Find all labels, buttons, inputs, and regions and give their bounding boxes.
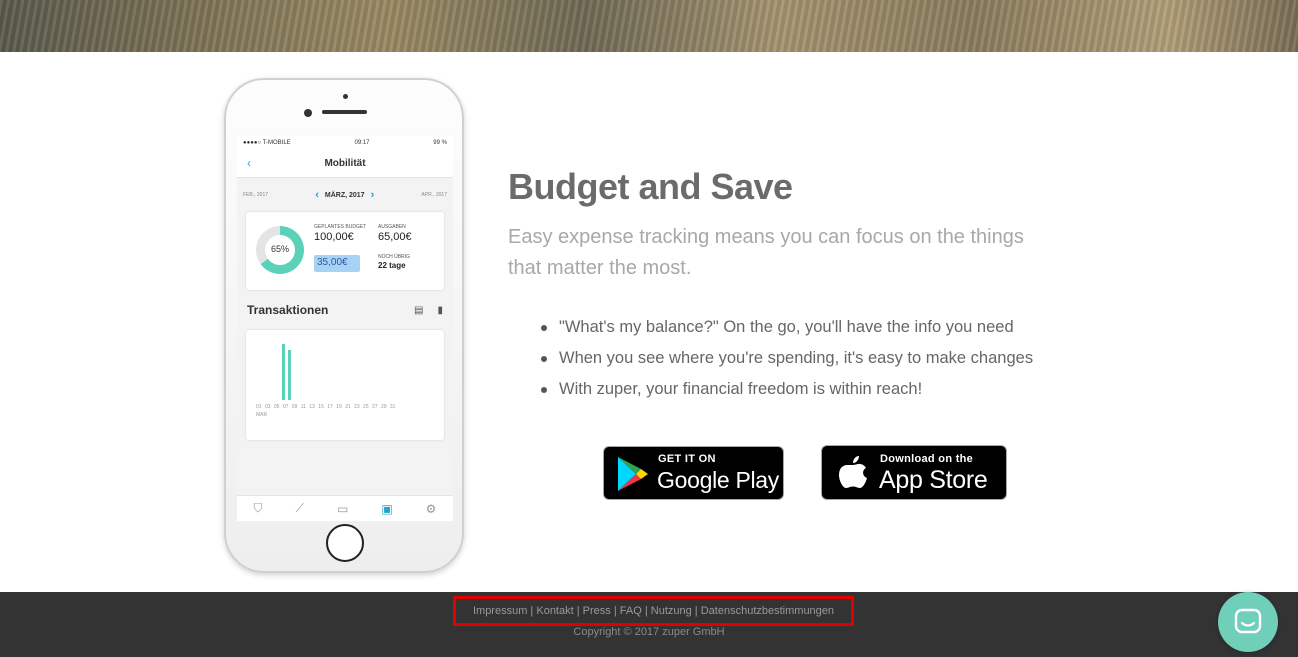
chart-day-ticks: 01 03 05 07 09 11 13 15 17 19 21 23 25 2…: [256, 404, 396, 410]
footer: Impressum | Kontakt | Press | FAQ | Nutz…: [0, 592, 1298, 657]
chevron-right-icon: ›: [370, 189, 375, 201]
status-time: 09:17: [354, 140, 370, 146]
app-screen-title: Mobilität: [324, 158, 366, 169]
planned-budget-label: GEPLANTES BUDGET: [314, 224, 367, 230]
section-headline: Budget and Save: [508, 166, 793, 207]
footer-link-datenschutz[interactable]: Datenschutzbestimmungen: [701, 605, 834, 617]
google-play-icon: [618, 457, 648, 491]
status-battery: 99 %: [433, 140, 447, 146]
google-play-button[interactable]: GET IT ON Google Play: [603, 446, 784, 500]
feature-item: "What's my balance?" On the go, you'll h…: [540, 312, 1033, 343]
transactions-title: Transaktionen: [247, 303, 329, 317]
chart-month-label: MAR: [256, 412, 268, 418]
footer-separator: |: [573, 605, 583, 617]
google-play-big-text: Google Play: [657, 467, 779, 493]
chart-bar: [282, 344, 285, 400]
footer-separator: |: [641, 605, 651, 617]
footer-link-press[interactable]: Press: [583, 605, 611, 617]
phone-screen: ●●●●○ T-MOBILE 09:17 99 % ‹ Mobilität FE…: [237, 136, 453, 521]
footer-separator: |: [527, 605, 537, 617]
chat-launcher-button[interactable]: [1218, 592, 1278, 652]
expenses-label: AUSGABEN: [378, 224, 406, 230]
days-left: 22 tage: [378, 261, 406, 270]
phone-sensor: [343, 94, 348, 99]
app-nav-bar: ‹ Mobilität: [237, 150, 453, 178]
phone-camera: [304, 109, 312, 117]
footer-link-impressum[interactable]: Impressum: [473, 605, 527, 617]
footer-separator: |: [610, 605, 620, 617]
footer-link-kontakt[interactable]: Kontakt: [536, 605, 573, 617]
back-icon: ‹: [247, 156, 251, 170]
app-store-button[interactable]: Download on the App Store: [821, 445, 1007, 500]
transactions-chart: 01 03 05 07 09 11 13 15 17 19 21 23 25 2…: [246, 330, 444, 440]
budget-ring-chart: 65%: [256, 226, 304, 274]
section-subline: Easy expense tracking means you can focu…: [508, 226, 1024, 279]
status-carrier: ●●●●○ T-MOBILE: [243, 140, 291, 146]
feature-item: With zuper, your financial freedom is wi…: [540, 374, 1033, 405]
expenses-value: 65,00€: [378, 231, 412, 243]
footer-link-faq[interactable]: FAQ: [620, 605, 642, 617]
feature-item: When you see where you're spending, it's…: [540, 343, 1033, 374]
laptop-icon: ▭: [336, 501, 349, 516]
month-current-group: ‹ MÄRZ, 2017 ›: [315, 189, 374, 201]
feature-list: "What's my balance?" On the go, you'll h…: [540, 312, 1033, 405]
month-selector: FEB., 2017 ‹ MÄRZ, 2017 › APR., 2017: [237, 178, 453, 212]
app-store-small-text: Download on the: [880, 453, 974, 465]
wallet-icon: ▣: [381, 501, 393, 516]
month-prev: FEB., 2017: [243, 192, 269, 198]
budget-card: 65% GEPLANTES BUDGET 100,00€ AUSGABEN 65…: [246, 212, 444, 290]
phone-home-button: [326, 524, 364, 562]
shield-icon: ⛉: [253, 501, 263, 515]
month-current: MÄRZ, 2017: [324, 191, 365, 199]
chart-bar: [288, 350, 291, 400]
status-bar: ●●●●○ T-MOBILE 09:17 99 %: [237, 136, 453, 150]
chevron-left-icon: ‹: [315, 189, 319, 201]
budget-percent: 65%: [270, 244, 289, 254]
hero-image-strip: [0, 0, 1298, 52]
app-store-big-text: App Store: [879, 466, 988, 494]
apple-icon: [839, 456, 867, 488]
transactions-header: Transaktionen ▤ ▮: [237, 290, 453, 330]
footer-links: Impressum | Kontakt | Press | FAQ | Nutz…: [453, 596, 854, 626]
phone-speaker: [322, 110, 367, 114]
app-tab-bar: ⛉ ⟋ ▭ ▣ ⚙: [237, 495, 453, 521]
footer-separator: |: [691, 605, 701, 617]
planned-budget-value: 100,00€: [314, 231, 354, 243]
list-icon: ▤: [414, 304, 424, 316]
footer-link-nutzung[interactable]: Nutzung: [651, 605, 692, 617]
month-next: APR., 2017: [421, 192, 447, 198]
copyright: Copyright © 2017 zuper GmbH: [573, 626, 725, 638]
gear-icon: ⚙: [425, 501, 437, 516]
view-toggle: ▤ ▮: [414, 305, 443, 316]
remaining-value: 35,00€: [314, 255, 360, 272]
trend-icon: ⟋: [295, 501, 304, 515]
chat-icon: [1234, 608, 1262, 634]
bar-chart-icon: ▮: [437, 304, 443, 316]
google-play-small-text: GET IT ON: [658, 453, 716, 465]
remaining-label: NOCH ÜBRIG: [378, 254, 410, 260]
phone-mockup: ●●●●○ T-MOBILE 09:17 99 % ‹ Mobilität FE…: [224, 78, 464, 573]
